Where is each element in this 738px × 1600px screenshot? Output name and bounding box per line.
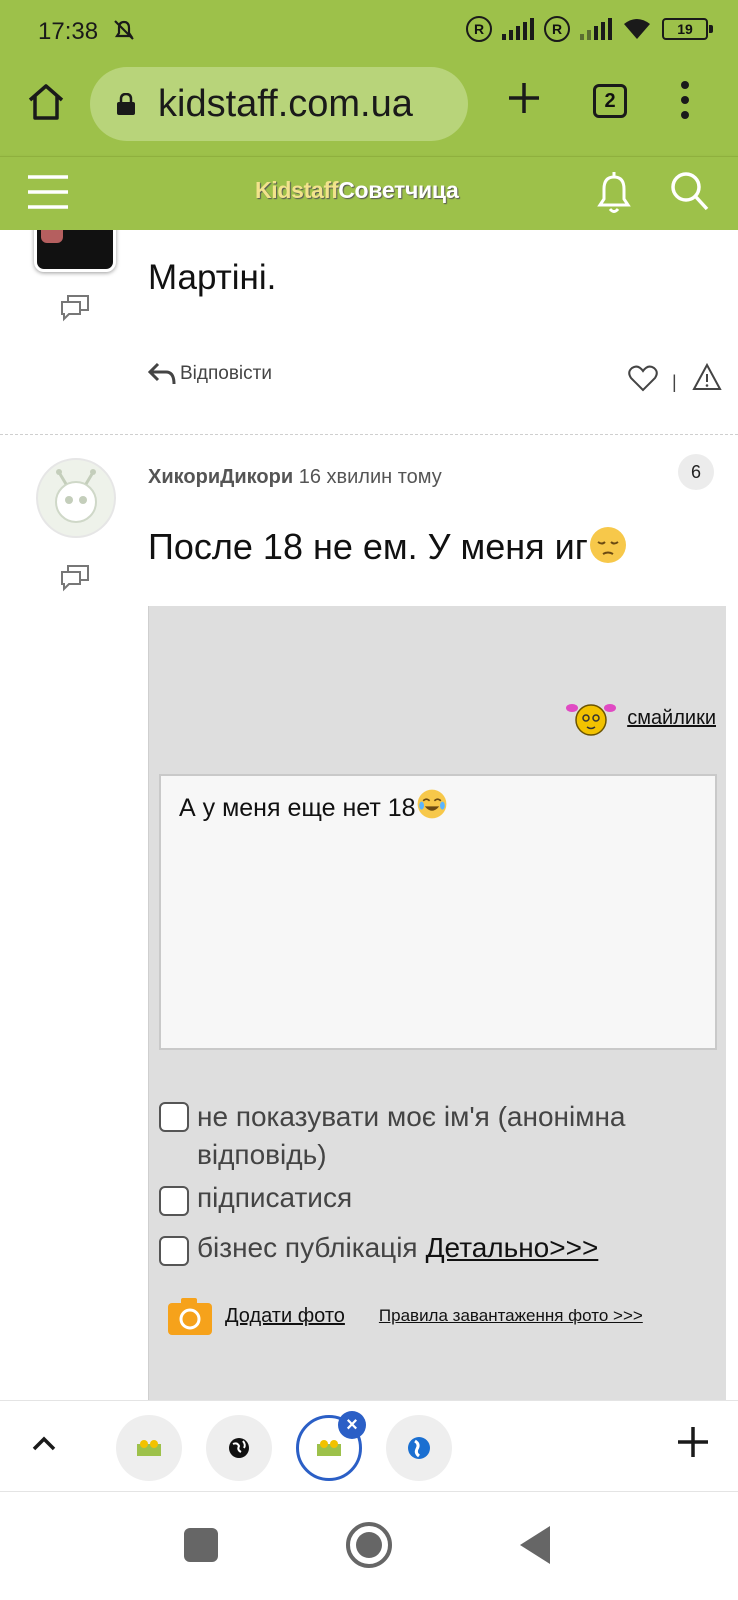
globe-icon: [229, 1438, 249, 1458]
add-photo-link[interactable]: Додати фото: [225, 1305, 345, 1328]
site-header: KidstaffСоветчица: [0, 156, 738, 230]
pensive-face-emoji-icon: [589, 527, 626, 563]
comment-text: Мартіні.: [148, 258, 277, 297]
lock-icon: [117, 93, 135, 115]
smileys-toggle[interactable]: смайлики: [561, 698, 716, 738]
site-logo[interactable]: KidstaffСоветчица: [255, 177, 459, 204]
home-icon[interactable]: [24, 80, 68, 124]
subscribe-checkbox[interactable]: [159, 1186, 189, 1216]
wifi-icon: [624, 19, 650, 39]
reply-textarea[interactable]: А у меня еще нет 18: [159, 774, 717, 1050]
tab-switcher-button[interactable]: 2: [593, 84, 627, 118]
reply-arrow-icon: [148, 362, 176, 385]
reply-form: смайлики А у меня еще нет 18 не показува…: [148, 606, 726, 1400]
blue-globe-icon: [408, 1437, 430, 1459]
comment-text-2-body: После 18 не ем. У меня иг: [148, 526, 588, 567]
user-avatar[interactable]: [34, 230, 116, 272]
business-label: бізнес публікація: [197, 1232, 418, 1263]
address-bar[interactable]: kidstaff.com.ua: [90, 67, 468, 141]
business-checkbox[interactable]: [159, 1236, 189, 1266]
kidstaff-favicon-icon: [137, 1440, 161, 1456]
logo-kidstaff: Kidstaff: [255, 177, 339, 203]
like-heart-icon[interactable]: [628, 364, 658, 392]
kidstaff-favicon-icon-active: [317, 1440, 341, 1456]
alien-avatar-icon: [55, 469, 97, 523]
anonymous-label: не показувати моє ім'я (анонімна відпові…: [197, 1101, 626, 1170]
comments-content: Мартіні. Відповісти | ХикориДикори 16 хв: [0, 230, 738, 1400]
battery-level: 19: [677, 21, 693, 37]
smileys-link[interactable]: смайлики: [627, 707, 716, 730]
silent-bell-icon: [114, 20, 134, 40]
smiley-girl-icon: [566, 704, 617, 736]
roaming-icon-2: R: [544, 16, 570, 42]
tears-of-joy-emoji-icon: [417, 789, 446, 819]
photo-rules-link[interactable]: Правила завантаження фото >>>: [379, 1306, 643, 1326]
comment-count-badge: 6: [678, 454, 714, 490]
more-menu-icon[interactable]: [678, 80, 692, 120]
hamburger-menu-icon[interactable]: [26, 173, 70, 211]
comment-text-2: После 18 не ем. У меня иг: [148, 525, 628, 568]
reply-textarea-value: А у меня еще нет 18: [179, 794, 416, 822]
tab-strip: ×: [0, 1400, 738, 1492]
back-nav-icon[interactable]: [516, 1524, 554, 1566]
tab-count: 2: [604, 89, 616, 112]
close-tab-icon[interactable]: ×: [338, 1411, 366, 1439]
search-icon[interactable]: [668, 169, 710, 213]
subscribe-option[interactable]: підписатися: [159, 1182, 352, 1216]
add-tab-icon[interactable]: [676, 1425, 710, 1459]
author-name[interactable]: ХикориДикори: [148, 466, 293, 488]
user-avatar-default[interactable]: [36, 458, 116, 538]
battery-icon: 19: [662, 18, 713, 40]
status-time: 17:38: [38, 18, 99, 45]
status-bar: 17:38 R R 19: [0, 0, 738, 64]
report-warning-icon[interactable]: [692, 362, 722, 392]
comment-meta: ХикориДикори 16 хвилин тому: [148, 466, 442, 489]
comment-divider: [0, 434, 738, 435]
signal-icon-2: [580, 18, 612, 40]
browser-toolbar: kidstaff.com.ua 2: [0, 64, 738, 156]
anonymous-checkbox[interactable]: [159, 1102, 189, 1132]
comment-thread-icon-2[interactable]: [60, 564, 90, 592]
details-link[interactable]: Детально>>>: [426, 1232, 599, 1264]
system-nav-bar: [0, 1492, 738, 1600]
business-option[interactable]: бізнес публікація Детально>>>: [159, 1232, 598, 1266]
reply-button[interactable]: Відповісти: [148, 362, 272, 386]
comment-thread-icon[interactable]: [60, 294, 90, 322]
anonymous-option[interactable]: не показувати моє ім'я (анонімна відпові…: [159, 1098, 689, 1174]
comment-time: 16 хвилин тому: [298, 466, 442, 488]
chevron-up-icon[interactable]: [30, 1433, 58, 1453]
tab-globe[interactable]: [206, 1415, 272, 1481]
status-icons: R R 19: [466, 16, 713, 42]
recent-apps-icon[interactable]: [184, 1528, 218, 1562]
new-tab-icon[interactable]: [506, 80, 542, 116]
camera-icon[interactable]: [167, 1296, 213, 1336]
photo-upload-row: Додати фото Правила завантаження фото >>…: [167, 1296, 643, 1336]
home-nav-icon[interactable]: [344, 1520, 394, 1570]
action-separator: |: [672, 372, 677, 392]
notifications-bell-icon[interactable]: [592, 169, 636, 217]
badge-count: 6: [690, 461, 701, 482]
logo-sovetchica: Советчица: [338, 177, 459, 203]
tab-blue-globe[interactable]: [386, 1415, 452, 1481]
tab-kidstaff-1[interactable]: [116, 1415, 182, 1481]
subscribe-label: підписатися: [197, 1182, 353, 1213]
roaming-icon: R: [466, 16, 492, 42]
reply-label: Відповісти: [180, 363, 272, 384]
signal-icon: [502, 18, 534, 40]
url-text: kidstaff.com.ua: [158, 83, 413, 125]
